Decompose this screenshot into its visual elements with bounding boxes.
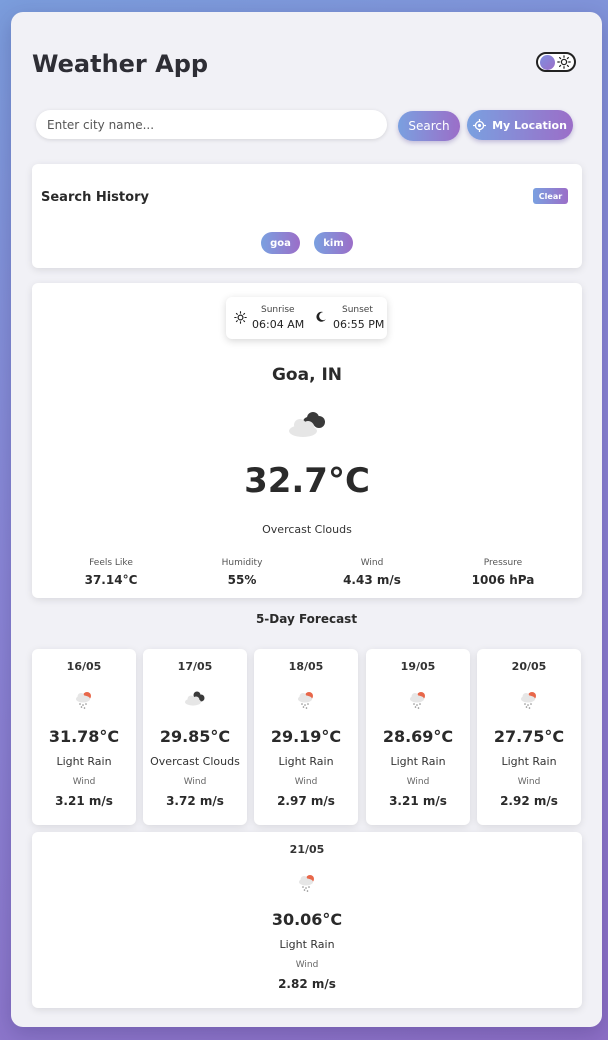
sun-times-box: Sunrise 06:04 AM Sunset 06:55 PM xyxy=(226,297,387,339)
forecast-wind-label: Wind xyxy=(517,777,541,787)
search-input[interactable] xyxy=(36,110,387,139)
sunset-label: Sunset xyxy=(342,305,373,315)
search-history-card: Search History Clear goa kim xyxy=(32,164,582,268)
stat-value: 1006 hPa xyxy=(471,573,535,587)
forecast-temp: 29.19°C xyxy=(270,727,342,746)
overcast-clouds-icon xyxy=(185,691,205,706)
search-history-title: Search History xyxy=(41,190,149,205)
forecast-title: 5-Day Forecast xyxy=(255,612,358,626)
history-chip-kim[interactable]: kim xyxy=(314,232,353,254)
light-rain-icon xyxy=(76,692,91,709)
stat-feels-like: Feels Like 37.14°C xyxy=(51,558,171,587)
search-button-label: Search xyxy=(408,119,450,133)
forecast-desc: Overcast Clouds xyxy=(150,755,240,768)
forecast-wind-label: Wind xyxy=(72,777,96,787)
forecast-date: 20/05 xyxy=(511,660,547,673)
forecast-wind-label: Wind xyxy=(295,960,319,970)
forecast-temp: 29.85°C xyxy=(159,727,231,746)
forecast-date: 19/05 xyxy=(400,660,436,673)
sunrise-label: Sunrise xyxy=(261,305,295,315)
sunset-time: 06:55 PM xyxy=(333,318,385,331)
page-title: Weather App xyxy=(32,50,209,78)
location-target-icon xyxy=(473,118,487,132)
forecast-card-18-05: 18/05 29.19°C Light Rain Wind 2.97 m/s xyxy=(254,649,358,825)
stat-humidity: Humidity 55% xyxy=(182,558,302,587)
forecast-date: 17/05 xyxy=(177,660,213,673)
forecast-desc: Light Rain xyxy=(279,938,335,951)
stat-label: Humidity xyxy=(221,558,263,568)
forecast-wind-label: Wind xyxy=(294,777,318,787)
forecast-temp: 31.78°C xyxy=(48,727,120,746)
city-name: Goa, IN xyxy=(271,365,343,385)
forecast-card-17-05: 17/05 29.85°C Overcast Clouds Wind 3.72 … xyxy=(143,649,247,825)
stat-value: 4.43 m/s xyxy=(343,573,401,587)
forecast-temp: 27.75°C xyxy=(493,727,565,746)
forecast-desc: Light Rain xyxy=(390,755,446,768)
clear-history-button[interactable]: Clear xyxy=(533,188,568,204)
forecast-desc: Light Rain xyxy=(501,755,557,768)
stat-value: 55% xyxy=(227,573,257,587)
stat-label: Pressure xyxy=(483,558,523,568)
sunrise-icon xyxy=(234,311,247,324)
current-description: Overcast Clouds xyxy=(262,523,352,536)
forecast-desc: Light Rain xyxy=(278,755,334,768)
overcast-clouds-icon xyxy=(289,412,325,437)
stat-value: 37.14°C xyxy=(84,573,138,587)
forecast-date: 18/05 xyxy=(288,660,324,673)
sunrise-time: 06:04 AM xyxy=(252,318,305,331)
light-rain-icon xyxy=(521,692,536,709)
forecast-wind-label: Wind xyxy=(406,777,430,787)
stat-pressure: Pressure 1006 hPa xyxy=(443,558,563,587)
my-location-label: My Location xyxy=(492,118,567,132)
forecast-desc: Light Rain xyxy=(56,755,112,768)
forecast-wind: 3.21 m/s xyxy=(55,794,113,808)
light-rain-icon xyxy=(298,692,313,709)
stat-label: Feels Like xyxy=(89,558,133,568)
forecast-wind: 3.21 m/s xyxy=(389,794,447,808)
forecast-wind-label: Wind xyxy=(183,777,207,787)
current-temperature: 32.7°C xyxy=(244,461,370,501)
theme-toggle[interactable] xyxy=(536,52,576,72)
forecast-card-16-05: 16/05 31.78°C Light Rain Wind 3.21 m/s xyxy=(32,649,136,825)
forecast-temp: 30.06°C xyxy=(271,910,343,929)
current-weather-card: Sunrise 06:04 AM Sunset 06:55 PM Goa, IN… xyxy=(32,283,582,598)
stat-wind: Wind 4.43 m/s xyxy=(312,558,432,587)
my-location-button[interactable]: My Location xyxy=(467,110,573,140)
light-rain-icon xyxy=(299,875,314,892)
forecast-date: 16/05 xyxy=(66,660,102,673)
sun-icon xyxy=(557,55,571,69)
forecast-wind: 2.92 m/s xyxy=(500,794,558,808)
stat-label: Wind xyxy=(360,558,384,568)
app-container: Weather App Search My Location xyxy=(11,12,602,1027)
moon-icon xyxy=(316,311,326,322)
forecast-date: 21/05 xyxy=(289,843,325,856)
forecast-card-19-05: 19/05 28.69°C Light Rain Wind 3.21 m/s xyxy=(366,649,470,825)
toggle-knob xyxy=(540,55,555,70)
forecast-card-21-05: 21/05 30.06°C Light Rain Wind 2.82 m/s xyxy=(32,832,582,1008)
forecast-temp: 28.69°C xyxy=(382,727,454,746)
forecast-card-20-05: 20/05 27.75°C Light Rain Wind 2.92 m/s xyxy=(477,649,581,825)
light-rain-icon xyxy=(410,692,425,709)
search-button[interactable]: Search xyxy=(398,111,460,141)
forecast-wind: 2.82 m/s xyxy=(278,977,336,991)
forecast-wind: 2.97 m/s xyxy=(277,794,335,808)
history-chip-goa[interactable]: goa xyxy=(261,232,300,254)
forecast-wind: 3.72 m/s xyxy=(166,794,224,808)
